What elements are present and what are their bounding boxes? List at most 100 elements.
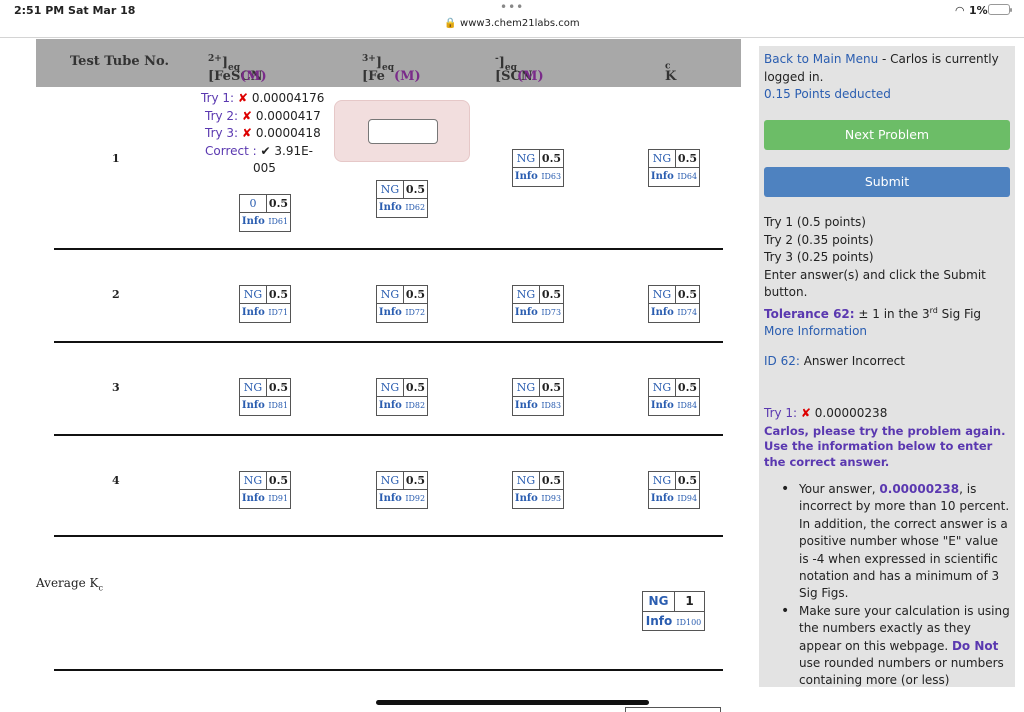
row-divider	[54, 434, 723, 436]
header-scn: [SCN -]eq (M)	[495, 54, 544, 84]
info-link[interactable]: Info ID93	[513, 490, 563, 508]
grade-box: 0 0.5 Info ID61	[239, 194, 291, 232]
status-time: 2:51 PM Sat Mar 18	[14, 4, 136, 17]
grade-status[interactable]: NG	[649, 472, 676, 490]
grade-box-average: NG 1 Info ID100	[642, 591, 705, 631]
info-link[interactable]: Info ID72	[377, 304, 427, 322]
row-divider	[54, 341, 723, 343]
grade-points: 0.5	[540, 150, 563, 168]
info-link[interactable]: Info ID100	[643, 612, 704, 630]
grade-status[interactable]: NG	[649, 150, 676, 168]
grade-points: 0.5	[404, 181, 427, 199]
table-edge	[625, 707, 721, 712]
info-link[interactable]: Info ID61	[240, 213, 290, 231]
grade-box: NG 0.5 Info ID74	[648, 285, 700, 323]
info-link[interactable]: Info ID82	[377, 397, 427, 415]
more-dots-icon[interactable]: •••	[500, 0, 524, 14]
grade-status[interactable]: NG	[240, 472, 267, 490]
grade-status[interactable]: NG	[513, 150, 540, 168]
info-link[interactable]: Info ID74	[649, 304, 699, 322]
grade-box: NG 0.5 Info ID84	[648, 378, 700, 416]
row-divider	[54, 535, 723, 537]
grade-points: 0.5	[540, 472, 563, 490]
header-fe: [Fe 3+]eq (M)	[362, 54, 421, 84]
feedback-list: Your answer, 0.00000238, is incorrect by…	[781, 481, 1011, 687]
retry-message: Carlos, please try the problem again. Us…	[764, 423, 1006, 469]
info-link[interactable]: Info ID73	[513, 304, 563, 322]
grade-status[interactable]: NG	[513, 472, 540, 490]
grade-points: 0.5	[267, 472, 290, 490]
row-number: 3	[112, 381, 120, 394]
grade-status[interactable]: 0	[240, 195, 267, 213]
grade-points: 0.5	[404, 472, 427, 490]
info-link[interactable]: Info ID81	[240, 397, 290, 415]
grade-status[interactable]: NG	[377, 286, 404, 304]
list-item: Your answer, 0.00000238, is incorrect by…	[781, 481, 1011, 603]
check-icon: ✔	[260, 143, 271, 158]
wrong-icon: ✘	[237, 91, 248, 105]
grade-points: 0.5	[676, 286, 699, 304]
battery-icon	[988, 4, 1012, 15]
grade-status[interactable]: NG	[240, 379, 267, 397]
grade-status[interactable]: NG	[377, 472, 404, 490]
grade-box: NG 0.5 Info ID63	[512, 149, 564, 187]
grade-box: NG 0.5 Info ID64	[648, 149, 700, 187]
header-fescn: [FeSCN 2+]eq (M)	[208, 54, 267, 84]
id-status: ID 62: Answer Incorrect	[764, 354, 905, 368]
tries-info: Try 1 (0.5 points) Try 2 (0.35 points) T…	[764, 214, 1012, 341]
grade-status[interactable]: NG	[649, 379, 676, 397]
grade-box: NG 0.5 Info ID93	[512, 471, 564, 509]
more-information-link[interactable]: More Information	[764, 323, 1012, 341]
back-to-main-menu-link[interactable]: Back to Main Menu	[764, 52, 878, 66]
grade-box: NG 0.5 Info ID71	[239, 285, 291, 323]
header-test-tube: Test Tube No.	[70, 54, 169, 69]
average-kc-label: Average Kc	[36, 576, 103, 593]
info-link[interactable]: Info ID84	[649, 397, 699, 415]
next-problem-button[interactable]: Next Problem	[764, 120, 1010, 150]
grade-status[interactable]: NG	[377, 181, 404, 199]
grade-points: 0.5	[267, 379, 290, 397]
grade-status[interactable]: NG	[649, 286, 676, 304]
wrong-icon: ✘	[800, 406, 811, 420]
grade-box: NG 0.5 Info ID94	[648, 471, 700, 509]
grade-points: 0.5	[540, 286, 563, 304]
info-link[interactable]: Info ID92	[377, 490, 427, 508]
info-link[interactable]: Info ID94	[649, 490, 699, 508]
grade-box: NG 0.5 Info ID73	[512, 285, 564, 323]
wrong-icon: ✘	[241, 126, 252, 140]
submit-button[interactable]: Submit	[764, 167, 1010, 197]
right-panel: Back to Main Menu - Carlos is currently …	[759, 46, 1015, 687]
info-link[interactable]: Info ID62	[377, 199, 427, 217]
grade-box: NG 0.5 Info ID83	[512, 378, 564, 416]
grade-status[interactable]: NG	[240, 286, 267, 304]
info-link[interactable]: Info ID71	[240, 304, 290, 322]
url-bar[interactable]: 🔒 www3.chem21labs.com	[0, 18, 1024, 29]
grade-status[interactable]: NG	[513, 286, 540, 304]
wrong-icon: ✘	[241, 108, 252, 123]
grade-status[interactable]: NG	[513, 379, 540, 397]
info-link[interactable]: Info ID83	[513, 397, 563, 415]
wifi-icon: ◠	[955, 4, 965, 17]
grade-box: NG 0.5 Info ID92	[376, 471, 428, 509]
row-divider	[54, 248, 723, 250]
info-link[interactable]: Info ID63	[513, 168, 563, 186]
attempt-history: Try 1: ✘ 0.00004176 Try 2: ✘ 0.0000417 T…	[201, 91, 325, 175]
grade-box: NG 0.5 Info ID72	[376, 285, 428, 323]
info-link[interactable]: Info ID64	[649, 168, 699, 186]
info-link[interactable]: Info ID91	[240, 490, 290, 508]
answer-input[interactable]	[368, 119, 438, 144]
grade-status[interactable]: NG	[377, 379, 404, 397]
grade-box: NG 0.5 Info ID91	[239, 471, 291, 509]
home-indicator	[376, 700, 649, 705]
status-bar: 2:51 PM Sat Mar 18 ••• 🔒 www3.chem21labs…	[0, 0, 1024, 38]
table-header: Test Tube No. [FeSCN 2+]eq (M) [Fe 3+]eq (…	[36, 39, 741, 87]
battery-percent: 1%	[969, 4, 988, 17]
grade-box: NG 0.5 Info ID62	[376, 180, 428, 218]
row-number: 4	[112, 474, 120, 487]
grade-points: 1	[675, 592, 704, 612]
grade-points: 0.5	[676, 150, 699, 168]
grade-points: 0.5	[267, 286, 290, 304]
grade-points: 0.5	[540, 379, 563, 397]
grade-status[interactable]: NG	[643, 592, 675, 612]
row-number: 1	[112, 152, 120, 165]
